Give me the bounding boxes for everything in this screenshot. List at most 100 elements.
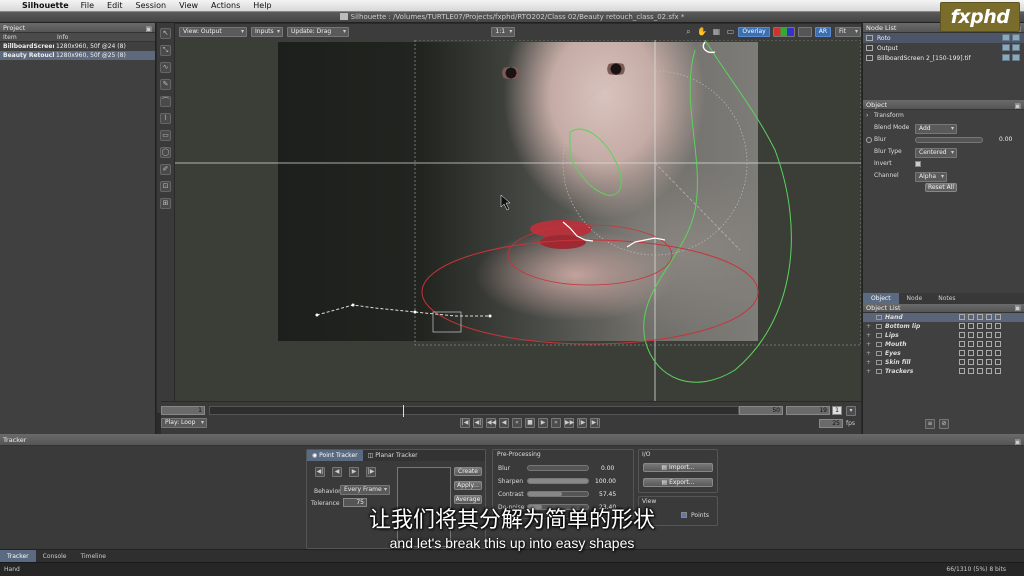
magnifier-icon[interactable]: ⌕ [683,27,693,37]
node-lock-icon[interactable] [1012,34,1020,41]
play-mode-dropdown[interactable]: Play: Loop [161,418,207,428]
viewer[interactable] [175,40,861,401]
list-item[interactable]: Hand [863,313,1024,322]
lock-icon[interactable] [977,341,983,347]
paint-tool-icon[interactable]: ✐ [160,164,171,175]
list-item[interactable]: + Bottom lip [863,322,1024,331]
forward-icon[interactable]: » [551,418,561,428]
tab-node[interactable]: Node [899,293,931,304]
apply-button[interactable]: Apply... [454,481,482,490]
visibility-icon[interactable] [959,332,965,338]
blur-slider[interactable] [915,137,983,143]
import-button[interactable]: ▤ Import... [643,463,713,472]
grid-icon[interactable]: ▦ [711,27,721,37]
visibility-icon[interactable] [959,341,965,347]
menu-help[interactable]: Help [253,1,271,10]
stop-icon[interactable]: ■ [525,418,535,428]
transform-row[interactable]: › Transform [863,110,1024,122]
mode-icon[interactable] [968,368,974,374]
reshape-tool-icon[interactable]: ⤡ [160,45,171,56]
tracker-tool-icon[interactable]: ⊡ [160,181,171,192]
lock-icon[interactable] [977,368,983,374]
roto-overlay[interactable] [175,40,861,401]
lock-icon[interactable] [977,314,983,320]
node-lock-icon[interactable] [1012,44,1020,51]
expand-icon[interactable]: + [866,322,871,331]
pp-blur-value[interactable]: 0.00 [601,465,614,472]
track-backward-icon[interactable]: ◀| [315,467,325,477]
motion-blur-icon[interactable] [995,368,1001,374]
color-icon[interactable] [986,341,992,347]
go-to-end-icon[interactable]: ▶| [590,418,600,428]
mode-icon[interactable] [968,341,974,347]
expand-icon[interactable]: + [866,367,871,376]
expand-icon[interactable]: + [866,358,871,367]
mode-icon[interactable] [968,350,974,356]
invert-checkbox[interactable] [915,161,921,167]
reset-all-button[interactable]: Reset All [925,183,957,192]
bezier-tool-icon[interactable]: ✎ [160,79,171,90]
step-back-icon[interactable]: ◀◀ [486,418,496,428]
expand-icon[interactable]: + [866,349,871,358]
next-key-icon[interactable]: |▶ [577,418,587,428]
ar-button[interactable]: AR [814,27,831,37]
tab-planar-tracker[interactable]: ◫ Planar Tracker [363,450,423,461]
lock-icon[interactable] [977,359,983,365]
view-dropdown[interactable]: View: Output [179,27,247,37]
export-button[interactable]: ▤ Export... [643,478,713,487]
list-item[interactable]: + Eyes [863,349,1024,358]
delete-icon[interactable]: ⊘ [939,419,949,429]
visibility-icon[interactable] [959,350,965,356]
color-icon[interactable] [986,350,992,356]
motion-blur-icon[interactable] [995,332,1001,338]
play-reverse-icon[interactable]: ◀ [499,418,509,428]
hand-icon[interactable]: ✋ [697,27,707,37]
node-row[interactable]: Roto [863,33,1024,43]
node-row[interactable]: Output [863,43,1024,53]
app-menu[interactable]: Silhouette [22,1,69,10]
keyframe-icon[interactable] [866,137,872,143]
node-lock-icon[interactable] [1012,54,1020,61]
xspline-tool-icon[interactable]: ⌒ [160,96,171,107]
column-item[interactable]: Item [0,33,54,41]
mode-icon[interactable] [968,314,974,320]
menu-actions[interactable]: Actions [211,1,240,10]
ellipse-tool-icon[interactable]: ◯ [160,147,171,158]
tab-point-tracker[interactable]: ◉ Point Tracker [307,450,363,461]
track-back-step-icon[interactable]: ◀ [332,467,342,477]
pp-sharpen-slider[interactable] [527,478,589,484]
panel-menu-icon[interactable]: ▣ [1014,304,1021,313]
inputs-dropdown[interactable]: Inputs [251,27,283,37]
lock-icon[interactable] [977,332,983,338]
project-row[interactable]: Beauty Retouch 1280x960, 50f @25 (8) [0,51,155,60]
list-item[interactable]: + Skin fill [863,358,1024,367]
motion-blur-icon[interactable] [995,350,1001,356]
tab-notes[interactable]: Notes [930,293,963,304]
blend-mode-dropdown[interactable]: Add [915,124,957,134]
menu-file[interactable]: File [81,1,94,10]
column-info[interactable]: Info [54,33,68,41]
zoom-ratio-dropdown[interactable]: 1:1 [491,27,516,37]
frame-step-field[interactable]: 1 [832,406,842,415]
node-view-icon[interactable] [1002,34,1010,41]
list-item[interactable]: + Mouth [863,340,1024,349]
lock-icon[interactable] [977,350,983,356]
average-button[interactable]: Average [454,495,482,504]
menu-session[interactable]: Session [136,1,167,10]
update-dropdown[interactable]: Update: Drag [287,27,349,37]
mode-icon[interactable] [968,332,974,338]
start-frame-field[interactable]: 1 [161,406,205,415]
list-item[interactable]: + Lips [863,331,1024,340]
color-icon[interactable] [986,359,992,365]
pp-contrast-value[interactable]: 57.45 [599,491,616,498]
overlay-button[interactable]: Overlay [738,27,770,37]
fps-field[interactable]: 25 [819,419,843,428]
motion-blur-icon[interactable] [995,359,1001,365]
select-tool-icon[interactable]: ↖ [160,28,171,39]
channel-dropdown[interactable]: Alpha [915,172,947,182]
track-forward-icon[interactable]: |▶ [366,467,376,477]
tab-object[interactable]: Object [863,293,899,304]
pp-contrast-slider[interactable] [527,491,589,497]
mode-icon[interactable] [968,323,974,329]
prev-key-icon[interactable]: ◀| [473,418,483,428]
